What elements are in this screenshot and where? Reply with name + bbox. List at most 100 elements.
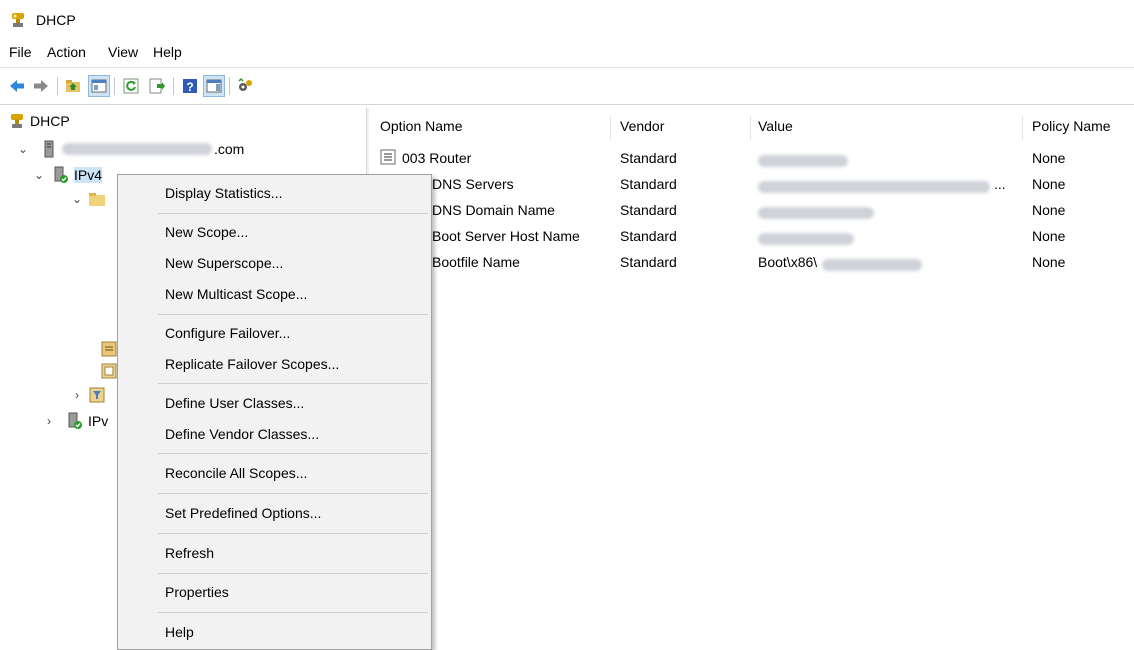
menu-item-display-statistics[interactable]: Display Statistics... xyxy=(165,185,282,201)
up-folder-icon[interactable] xyxy=(62,75,84,97)
option-name: DNS Domain Name xyxy=(432,202,555,218)
tree-node-label: IPv4 xyxy=(74,167,103,183)
menu-separator xyxy=(158,533,428,534)
option-policy: None xyxy=(1032,254,1066,270)
redacted-value xyxy=(758,204,874,220)
menu-separator xyxy=(158,213,428,214)
menu-view[interactable]: View xyxy=(108,44,138,60)
menu-bar: File Action View Help xyxy=(0,41,1134,65)
tree-node-ipv6[interactable]: › IPv xyxy=(42,410,108,432)
option-value-ellipsis: ... xyxy=(994,176,1006,192)
option-name: Bootfile Name xyxy=(432,254,520,270)
folder-icon xyxy=(88,190,106,208)
policies-icon xyxy=(100,362,118,380)
column-separator[interactable] xyxy=(1022,116,1023,140)
svg-text:?: ? xyxy=(186,80,193,94)
redacted-value xyxy=(758,152,848,168)
menu-item-properties[interactable]: Properties xyxy=(165,584,229,600)
menu-item-new-multicast-scope[interactable]: New Multicast Scope... xyxy=(165,286,307,302)
dhcp-trophy-icon xyxy=(9,11,27,29)
options-list: Option Name Vendor Value Policy Name 003… xyxy=(370,108,1134,650)
help-icon[interactable]: ? xyxy=(179,75,201,97)
tree-node-filters[interactable]: › xyxy=(70,384,110,406)
menu-action[interactable]: Action xyxy=(47,44,86,60)
ipv4-server-icon xyxy=(52,166,70,184)
chevron-right-icon[interactable]: › xyxy=(70,388,84,402)
chevron-down-icon[interactable]: ⌄ xyxy=(70,192,84,206)
menu-item-define-user-classes[interactable]: Define User Classes... xyxy=(165,395,304,411)
menu-separator xyxy=(158,612,428,613)
title-bar: DHCP xyxy=(0,0,1134,36)
menu-item-new-scope[interactable]: New Scope... xyxy=(165,224,248,240)
tree-node-dhcp[interactable]: DHCP xyxy=(8,110,70,132)
window-title: DHCP xyxy=(36,12,76,28)
option-vendor: Standard xyxy=(620,176,677,192)
tree-node-server[interactable]: ⌄ .com xyxy=(16,138,244,160)
option-policy: None xyxy=(1032,228,1066,244)
menu-item-help[interactable]: Help xyxy=(165,624,194,640)
dhcp-trophy-icon xyxy=(8,112,26,130)
option-value: Boot\x86\ xyxy=(758,254,818,270)
menu-item-set-predefined-options[interactable]: Set Predefined Options... xyxy=(165,505,321,521)
option-vendor: Standard xyxy=(620,202,677,218)
option-icon xyxy=(380,149,396,168)
option-policy: None xyxy=(1032,150,1066,166)
menu-item-configure-failover[interactable]: Configure Failover... xyxy=(165,325,290,341)
column-separator[interactable] xyxy=(750,116,751,140)
toolbar-separator xyxy=(173,77,174,95)
export-list-icon[interactable] xyxy=(146,75,168,97)
menu-separator xyxy=(158,573,428,574)
column-header-option-name[interactable]: Option Name xyxy=(380,118,462,134)
redacted-value xyxy=(758,230,854,246)
server-domain-suffix: .com xyxy=(214,141,245,157)
filters-icon xyxy=(88,386,106,404)
column-header-policy-name[interactable]: Policy Name xyxy=(1032,118,1111,134)
option-name: Boot Server Host Name xyxy=(432,228,580,244)
option-policy: None xyxy=(1032,176,1066,192)
toolbar-divider xyxy=(0,104,1134,105)
menu-separator xyxy=(158,493,428,494)
refresh-icon[interactable] xyxy=(120,75,142,97)
chevron-down-icon[interactable]: ⌄ xyxy=(16,142,30,156)
tree-node-label: DHCP xyxy=(30,113,70,129)
option-vendor: Standard xyxy=(620,150,677,166)
tree-node-scope[interactable]: ⌄ xyxy=(70,188,110,210)
option-policy: None xyxy=(1032,202,1066,218)
chevron-right-icon[interactable]: › xyxy=(42,414,56,428)
menu-item-reconcile-all-scopes[interactable]: Reconcile All Scopes... xyxy=(165,465,307,481)
forward-arrow-icon[interactable] xyxy=(30,75,52,97)
option-name: 003 Router xyxy=(402,150,472,166)
tree-node-ipv4[interactable]: ⌄ IPv4 xyxy=(32,164,103,186)
toolbar: ? xyxy=(0,72,1134,100)
menu-separator xyxy=(158,453,428,454)
context-menu: Display Statistics... New Scope... New S… xyxy=(117,174,432,650)
menu-item-define-vendor-classes[interactable]: Define Vendor Classes... xyxy=(165,426,319,442)
menu-help[interactable]: Help xyxy=(153,44,182,60)
menu-item-refresh[interactable]: Refresh xyxy=(165,545,214,561)
redacted-value xyxy=(758,178,990,194)
dhcp-settings-icon[interactable] xyxy=(234,75,256,97)
menu-item-new-superscope[interactable]: New Superscope... xyxy=(165,255,283,271)
ipv6-server-icon xyxy=(66,412,84,430)
menu-divider xyxy=(0,67,1134,68)
menu-file[interactable]: File xyxy=(9,44,32,60)
option-vendor: Standard xyxy=(620,228,677,244)
server-options-icon xyxy=(100,340,118,358)
menu-separator xyxy=(158,314,428,315)
menu-item-replicate-failover-scopes[interactable]: Replicate Failover Scopes... xyxy=(165,356,339,372)
show-hide-tree-icon[interactable] xyxy=(88,75,110,97)
chevron-down-icon[interactable]: ⌄ xyxy=(32,168,46,182)
server-icon xyxy=(40,140,58,158)
redacted-hostname xyxy=(62,143,212,155)
column-header-vendor[interactable]: Vendor xyxy=(620,118,664,134)
action-pane-icon[interactable] xyxy=(203,75,225,97)
tree-node-label: IPv xyxy=(88,413,109,429)
menu-separator xyxy=(158,383,428,384)
option-vendor: Standard xyxy=(620,254,677,270)
redacted-value xyxy=(822,256,922,272)
column-header-value[interactable]: Value xyxy=(758,118,793,134)
column-separator[interactable] xyxy=(610,116,611,140)
option-name: DNS Servers xyxy=(432,176,514,192)
toolbar-separator xyxy=(229,77,230,95)
back-arrow-icon[interactable] xyxy=(6,75,28,97)
